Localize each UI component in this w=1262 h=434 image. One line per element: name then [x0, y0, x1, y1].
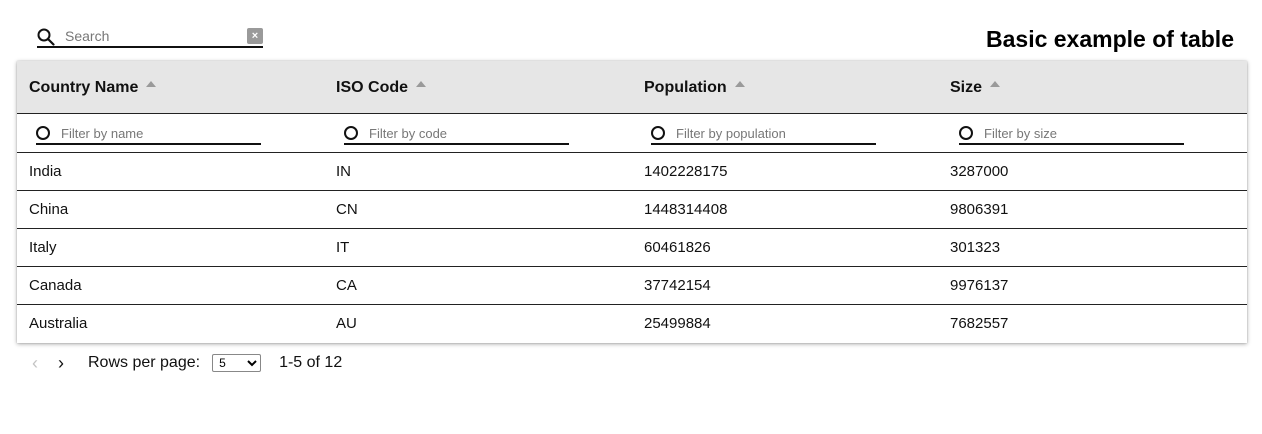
- search-icon: [36, 126, 50, 140]
- column-header-size[interactable]: Size: [950, 61, 1001, 114]
- search-icon: [344, 126, 358, 140]
- column-label: ISO Code: [336, 78, 409, 96]
- search-input[interactable]: [65, 27, 245, 45]
- cell-size: 301323: [950, 239, 1001, 256]
- cell-country-name: India: [29, 163, 62, 180]
- sort-arrow-icon[interactable]: [416, 80, 427, 87]
- search-icon: [959, 126, 973, 140]
- filter-field-code[interactable]: [344, 123, 569, 145]
- filter-row: [17, 114, 1247, 153]
- table-header: Country Name ISO Code Population Size: [17, 61, 1247, 114]
- search-field[interactable]: ×: [37, 26, 263, 48]
- table-row: China CN 1448314408 9806391: [17, 191, 1247, 229]
- cell-population: 60461826: [644, 239, 711, 256]
- filter-field-size[interactable]: [959, 123, 1184, 145]
- cell-size: 7682557: [950, 315, 1009, 332]
- search-icon: [37, 28, 55, 46]
- cell-population: 37742154: [644, 277, 711, 294]
- sort-arrow-icon[interactable]: [990, 80, 1001, 87]
- cell-country-name: Canada: [29, 277, 82, 294]
- filter-input-population[interactable]: [676, 124, 871, 142]
- cell-size: 3287000: [950, 163, 1009, 180]
- cell-country-name: Italy: [29, 239, 57, 256]
- page-title: Basic example of table: [986, 26, 1234, 52]
- table-row: Canada CA 37742154 9976137: [17, 267, 1247, 305]
- cell-iso-code: CA: [336, 277, 357, 294]
- cell-iso-code: AU: [336, 315, 357, 332]
- rows-per-page-select[interactable]: 5: [212, 354, 262, 372]
- page-range-text: 1-5 of 12: [279, 354, 343, 371]
- search-icon: [651, 126, 665, 140]
- table-row: Italy IT 60461826 301323: [17, 229, 1247, 267]
- filter-field-name[interactable]: [36, 123, 261, 145]
- pagination: ‹ › Rows per page: 5 1-5 of 12: [28, 352, 342, 374]
- sort-arrow-icon[interactable]: [146, 80, 157, 87]
- cell-country-name: China: [29, 201, 69, 218]
- cell-iso-code: IN: [336, 163, 351, 180]
- cell-size: 9976137: [950, 277, 1009, 294]
- rows-per-page-label: Rows per page:: [88, 354, 201, 371]
- sort-arrow-icon[interactable]: [734, 80, 745, 87]
- filter-field-population[interactable]: [651, 123, 876, 145]
- cell-population: 1402228175: [644, 163, 728, 180]
- column-header-iso-code[interactable]: ISO Code: [336, 61, 427, 114]
- cell-size: 9806391: [950, 201, 1009, 218]
- table-row: Australia AU 25499884 7682557: [17, 305, 1247, 343]
- filter-input-name[interactable]: [61, 124, 256, 142]
- next-page-button[interactable]: ›: [54, 352, 68, 374]
- cell-iso-code: IT: [336, 239, 350, 256]
- cell-iso-code: CN: [336, 201, 358, 218]
- cell-population: 1448314408: [644, 201, 728, 218]
- column-header-country-name[interactable]: Country Name: [29, 61, 157, 114]
- clear-search-button[interactable]: ×: [247, 28, 263, 44]
- filter-input-code[interactable]: [369, 124, 564, 142]
- column-label: Size: [950, 78, 983, 96]
- cell-country-name: Australia: [29, 315, 88, 332]
- previous-page-button[interactable]: ‹: [28, 352, 42, 374]
- column-label: Country Name: [29, 78, 139, 96]
- column-header-population[interactable]: Population: [644, 61, 745, 114]
- data-table: Country Name ISO Code Population Size Fi…: [17, 61, 1247, 343]
- filter-input-size[interactable]: [984, 124, 1179, 142]
- table-row: India IN 1402228175 3287000: [17, 153, 1247, 191]
- column-label: Population: [644, 78, 727, 96]
- cell-population: 25499884: [644, 315, 711, 332]
